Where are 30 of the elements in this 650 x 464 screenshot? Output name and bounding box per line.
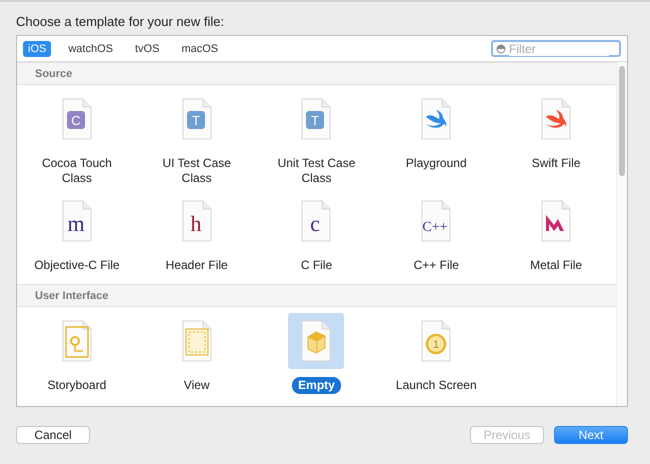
template-label[interactable]: Header File bbox=[160, 257, 234, 274]
template-tile[interactable]: m bbox=[48, 193, 105, 249]
scroll-thumb[interactable] bbox=[619, 66, 625, 176]
template-label[interactable]: UI Test Case Class bbox=[140, 155, 253, 187]
template-label[interactable]: Cocoa Touch Class bbox=[20, 155, 133, 187]
template-label[interactable]: View bbox=[178, 377, 216, 394]
template-label[interactable]: Unit Test Case Class bbox=[260, 155, 372, 187]
filter-icon bbox=[496, 44, 506, 54]
template-tile[interactable]: h bbox=[168, 193, 225, 249]
template-label[interactable]: Empty bbox=[292, 377, 341, 394]
template-label[interactable]: Playground bbox=[400, 155, 473, 172]
template-label[interactable]: Swift File bbox=[526, 155, 586, 172]
dialog-heading: Choose a template for your new file: bbox=[16, 14, 226, 29]
section-header: User Interface bbox=[17, 284, 616, 307]
template-tile[interactable] bbox=[288, 313, 344, 369]
template-label[interactable]: C File bbox=[294, 257, 338, 274]
scrollbar[interactable] bbox=[616, 62, 627, 406]
platform-tab[interactable]: tvOS bbox=[130, 40, 164, 56]
template-label[interactable]: Storyboard bbox=[42, 377, 112, 394]
filter-field[interactable]: Filter bbox=[491, 40, 621, 57]
platform-tab[interactable]: macOS bbox=[176, 40, 224, 56]
section-header: Source bbox=[17, 62, 616, 85]
template-label[interactable]: C++ File bbox=[408, 257, 465, 274]
template-label[interactable]: Objective-C File bbox=[28, 257, 126, 274]
template-label[interactable]: Metal File bbox=[524, 257, 588, 274]
template-tile[interactable]: c bbox=[288, 193, 344, 249]
dialog-button[interactable]: Cancel bbox=[16, 426, 90, 444]
template-tile[interactable]: C++ bbox=[408, 193, 464, 249]
platform-tab[interactable]: watchOS bbox=[63, 40, 118, 56]
template-label[interactable]: Launch Screen bbox=[390, 377, 483, 394]
